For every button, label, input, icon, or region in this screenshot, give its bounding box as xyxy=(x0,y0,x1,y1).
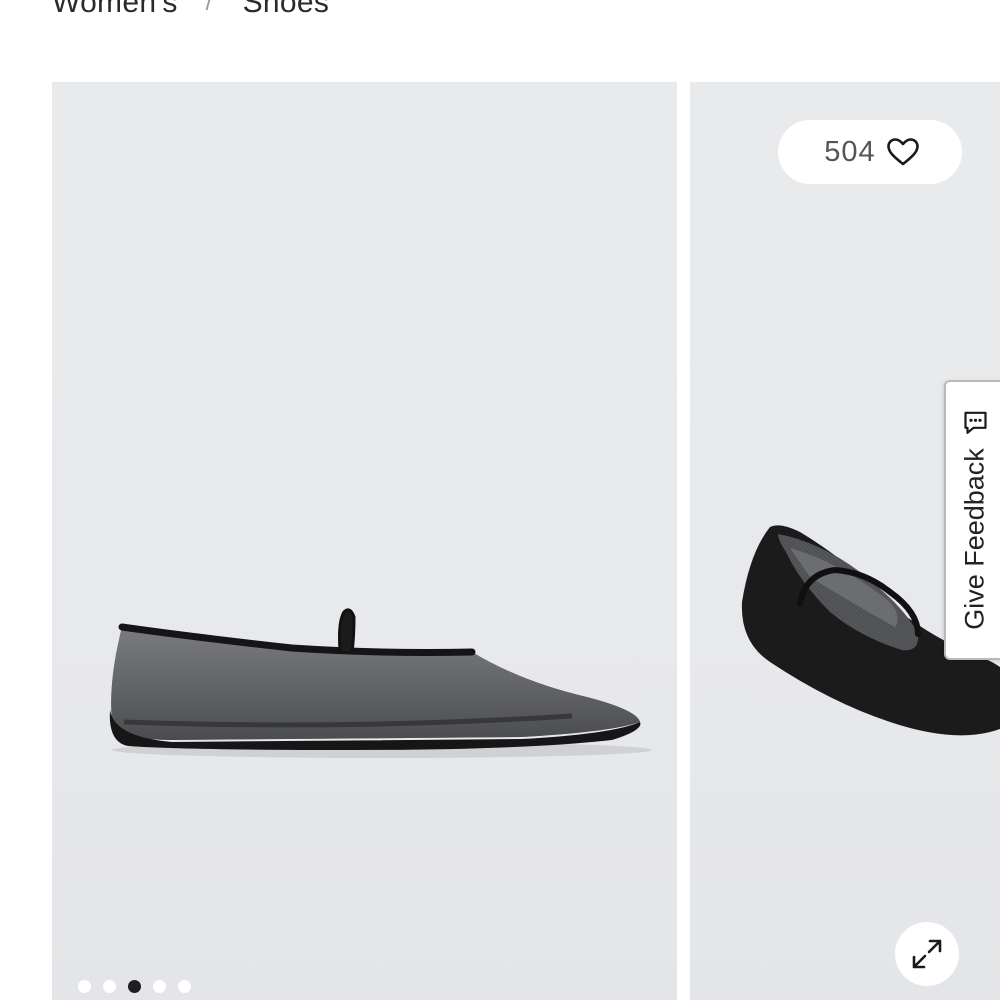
breadcrumb: Women's / Shoes xyxy=(52,0,329,20)
give-feedback-label: Give Feedback xyxy=(959,448,990,630)
carousel-dot-3-active[interactable] xyxy=(128,980,141,993)
expand-arrows-icon xyxy=(912,939,942,969)
mesh-ballet-flat-side-image xyxy=(109,608,652,758)
breadcrumb-item-shoes[interactable]: Shoes xyxy=(243,0,330,20)
like-button[interactable]: 504 xyxy=(778,120,962,184)
carousel-dot-4[interactable] xyxy=(153,980,166,993)
give-feedback-tab[interactable]: Give Feedback xyxy=(944,380,1000,660)
carousel-pagination xyxy=(78,980,191,993)
breadcrumb-item-womens[interactable]: Women's xyxy=(52,0,178,20)
product-image-gallery[interactable] xyxy=(52,82,1000,1000)
carousel-dot-2[interactable] xyxy=(103,980,116,993)
like-count: 504 xyxy=(824,135,876,168)
fullscreen-expand-button[interactable] xyxy=(895,922,959,986)
heart-icon xyxy=(886,138,919,166)
breadcrumb-separator: / xyxy=(205,0,213,16)
carousel-dot-1[interactable] xyxy=(78,980,91,993)
chat-bubble-icon xyxy=(963,412,987,435)
carousel-dot-5[interactable] xyxy=(178,980,191,993)
product-image-side-view[interactable] xyxy=(52,82,677,1000)
